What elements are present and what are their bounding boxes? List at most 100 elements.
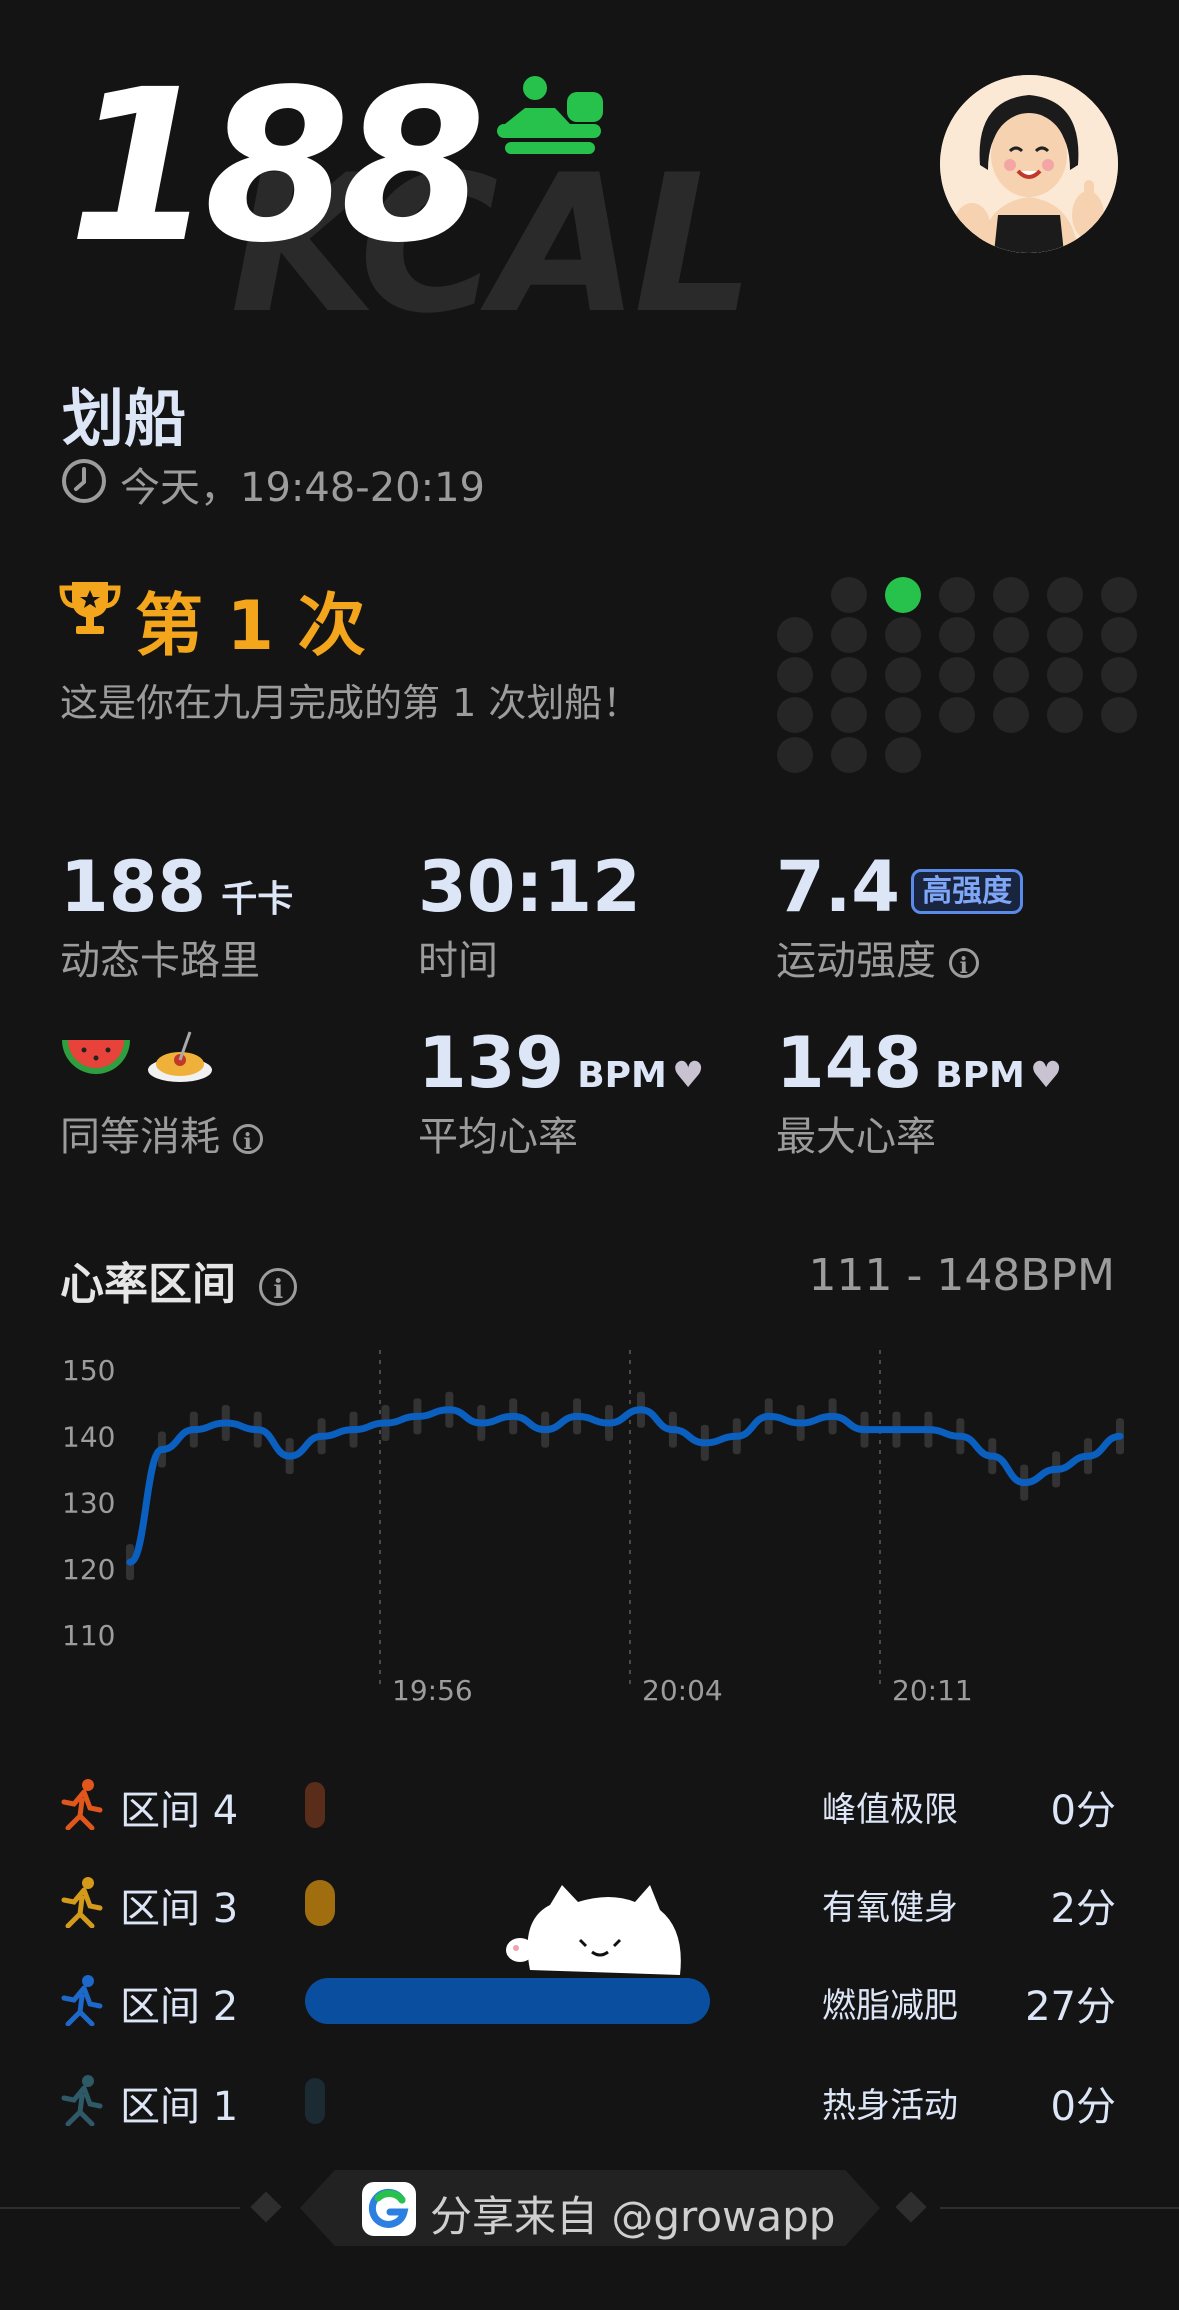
intensity-value: 7.4 — [776, 846, 901, 928]
run-icon — [60, 1876, 104, 1932]
watermelon-icon — [62, 1040, 130, 1074]
calendar-dot — [1047, 617, 1083, 653]
trophy-icon — [58, 578, 122, 642]
calendar-dot — [993, 657, 1029, 693]
calendar-dot — [831, 697, 867, 733]
max-hr-stat: 148 BPM ♥ — [776, 1028, 1062, 1098]
info-icon[interactable]: i — [259, 1268, 298, 1306]
intensity-badge: 高强度 — [911, 869, 1024, 914]
zone-label: 区间 4 — [120, 1788, 239, 1834]
calendar-dot — [885, 617, 921, 653]
footer-diamond — [250, 2191, 282, 2223]
intensity-stat: 7.4 高强度 — [776, 852, 1024, 922]
footer-diamond — [895, 2191, 927, 2223]
zone-name: 热身活动 — [822, 2086, 958, 2126]
calendar-dot — [939, 577, 975, 613]
zone-label: 区间 3 — [120, 1886, 239, 1932]
heart-icon: ♥ — [1029, 1055, 1063, 1096]
y-tick-label: 150 — [62, 1354, 115, 1387]
calories-value: 188 — [60, 846, 207, 928]
max-hr-unit: BPM — [935, 1055, 1025, 1096]
hr-range: 111 - 148BPM — [808, 1250, 1116, 1301]
max-hr-value: 148 — [776, 1022, 923, 1104]
hr-chart: 150 140 130 120 110 19:56 20:04 20:11 — [0, 1340, 1179, 1714]
share-text: 分享来自 @growapp — [430, 2192, 836, 2241]
calendar-dot — [1047, 697, 1083, 733]
calendar-dot — [993, 577, 1029, 613]
calendar-dot — [777, 617, 813, 653]
avg-hr-unit: BPM — [577, 1055, 667, 1096]
achievement-rank: 第 1 次 — [135, 587, 366, 666]
calendar-dot — [777, 737, 813, 773]
calories-stat: 188 千卡 — [60, 852, 293, 922]
zone-label: 区间 2 — [120, 1984, 239, 2030]
calendar-dot — [777, 697, 813, 733]
zone-time: 2分 — [1050, 1886, 1116, 1932]
zone-name: 有氧健身 — [822, 1888, 958, 1928]
zone-bar — [305, 1880, 335, 1926]
clock-icon — [60, 457, 108, 509]
y-tick-label: 130 — [62, 1487, 115, 1520]
footer-divider — [0, 2207, 240, 2209]
calendar-dot — [939, 657, 975, 693]
calendar-dot — [885, 737, 921, 773]
calendar-dot — [831, 617, 867, 653]
footer-divider — [940, 2207, 1179, 2209]
calendar-dot — [1101, 697, 1137, 733]
sprint-icon — [60, 1778, 104, 1834]
workout-time-range: 今天，19:48-20:19 — [120, 465, 485, 511]
avatar[interactable] — [940, 75, 1118, 253]
hr-series-line — [126, 1406, 1124, 1566]
zone-name: 燃脂减肥 — [822, 1986, 958, 2026]
rowing-icon — [495, 72, 605, 171]
y-tick-label: 120 — [62, 1553, 115, 1586]
info-icon[interactable]: i — [948, 948, 979, 979]
calories-unit: 千卡 — [221, 879, 294, 920]
y-tick-label: 110 — [62, 1619, 115, 1652]
zone-label: 区间 1 — [120, 2084, 239, 2130]
jog-icon — [60, 1974, 104, 2030]
calendar-dot — [1047, 657, 1083, 693]
monthly-activity-grid — [775, 575, 1175, 789]
zone-time: 0分 — [1050, 1788, 1116, 1834]
equivalent-food-icons — [60, 1030, 220, 1094]
calendar-dot — [831, 737, 867, 773]
avg-hr-label: 平均心率 — [418, 1114, 578, 1160]
growapp-logo-icon — [362, 2182, 416, 2240]
calendar-dot — [993, 697, 1029, 733]
intensity-label: 运动强度 — [776, 938, 936, 984]
info-icon[interactable]: i — [232, 1124, 263, 1155]
calendar-dot — [993, 617, 1029, 653]
duration-label: 时间 — [418, 938, 498, 984]
intensity-label-row: 运动强度 i — [776, 928, 979, 986]
achievement-description: 这是你在九月完成的第 1 次划船！ — [60, 681, 641, 725]
zone-time: 27分 — [1025, 1984, 1116, 2030]
avg-hr-value: 139 — [418, 1022, 565, 1104]
hr-chart-title: 心率区间 — [60, 1259, 236, 1310]
x-tick-label: 19:56 — [392, 1674, 473, 1707]
y-tick-label: 140 — [62, 1420, 115, 1453]
calendar-dot — [1047, 577, 1083, 613]
calendar-dot — [1101, 577, 1137, 613]
spaghetti-icon — [148, 1031, 212, 1082]
walk-icon — [60, 2074, 104, 2130]
zone-time: 0分 — [1050, 2084, 1116, 2130]
kcal-value: 188 — [68, 44, 486, 289]
zone-bar — [305, 2078, 325, 2124]
avg-hr-stat: 139 BPM ♥ — [418, 1028, 704, 1098]
calendar-dot — [885, 697, 921, 733]
calendar-dot — [885, 577, 921, 613]
zone-name: 峰值极限 — [822, 1790, 958, 1830]
calendar-dot — [831, 577, 867, 613]
calendar-dot — [777, 657, 813, 693]
calendar-dot — [885, 657, 921, 693]
x-tick-label: 20:11 — [892, 1674, 973, 1707]
calories-label: 动态卡路里 — [60, 938, 260, 984]
equivalent-label-row: 同等消耗 i — [60, 1104, 263, 1162]
equivalent-label: 同等消耗 — [60, 1114, 220, 1160]
heart-icon: ♥ — [671, 1055, 705, 1096]
hr-chart-title-row: 心率区间 i — [60, 1248, 298, 1312]
calendar-dot — [831, 657, 867, 693]
zone-bar — [305, 1782, 325, 1828]
x-tick-label: 20:04 — [642, 1674, 723, 1707]
